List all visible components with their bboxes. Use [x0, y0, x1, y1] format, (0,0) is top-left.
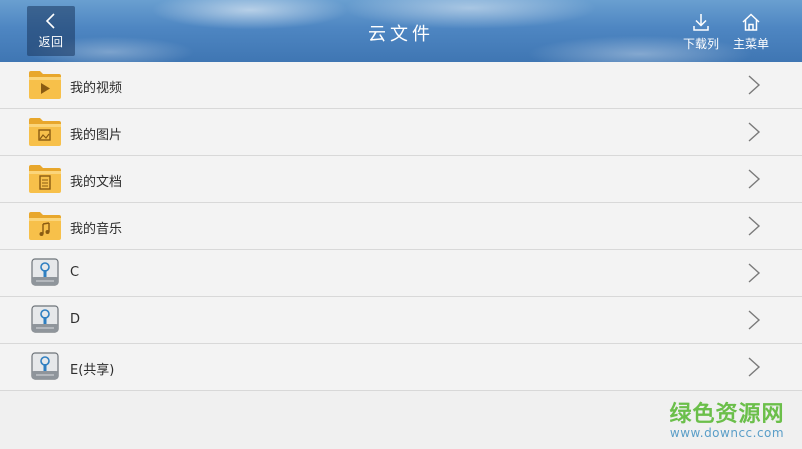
drive-icon	[31, 305, 59, 333]
list-item-label: D	[70, 312, 81, 327]
chevron-right-icon	[748, 75, 761, 95]
list-item-label: 我的文档	[70, 175, 123, 190]
folder-document-icon	[29, 165, 61, 193]
list-item-my-music[interactable]: 我的音乐	[0, 203, 802, 250]
list-item-label: 我的视频	[70, 81, 123, 96]
folder-music-icon	[29, 212, 61, 240]
chevron-right-icon	[748, 310, 761, 330]
drive-icon	[31, 258, 59, 286]
chevron-right-icon	[748, 216, 761, 236]
watermark-url: www.downcc.com	[669, 426, 785, 440]
list-item-my-videos[interactable]: 我的视频	[0, 62, 802, 109]
download-list-label: 下载列	[682, 37, 719, 51]
chevron-right-icon	[748, 263, 761, 283]
list-item-my-documents[interactable]: 我的文档	[0, 156, 802, 203]
file-list: 我的视频 我的图片 我的文档 我的音乐 C D E(共享)	[0, 62, 802, 391]
list-item-drive-e-shared[interactable]: E(共享)	[0, 344, 802, 391]
watermark: 绿色资源网 www.downcc.com	[662, 396, 792, 440]
chevron-right-icon	[748, 122, 761, 142]
home-icon	[742, 13, 760, 31]
download-icon	[693, 14, 709, 31]
chevron-right-icon	[748, 169, 761, 189]
list-item-label: E(共享)	[70, 363, 115, 378]
main-menu-button[interactable]: 主菜单	[728, 12, 774, 56]
list-item-drive-d[interactable]: D	[0, 297, 802, 344]
download-list-button[interactable]: 下载列	[678, 12, 724, 56]
header-bar: 返回 云文件 下载列 主菜单	[0, 0, 802, 62]
list-item-label: 我的图片	[70, 128, 123, 143]
list-item-label: 我的音乐	[70, 222, 123, 237]
watermark-site-name: 绿色资源网	[669, 402, 785, 427]
folder-image-icon	[29, 118, 61, 146]
chevron-right-icon	[748, 357, 761, 377]
drive-icon	[31, 352, 59, 380]
list-item-my-pictures[interactable]: 我的图片	[0, 109, 802, 156]
main-menu-label: 主菜单	[732, 37, 769, 51]
list-item-label: C	[70, 265, 80, 280]
folder-video-icon	[29, 71, 61, 99]
list-item-drive-c[interactable]: C	[0, 250, 802, 297]
